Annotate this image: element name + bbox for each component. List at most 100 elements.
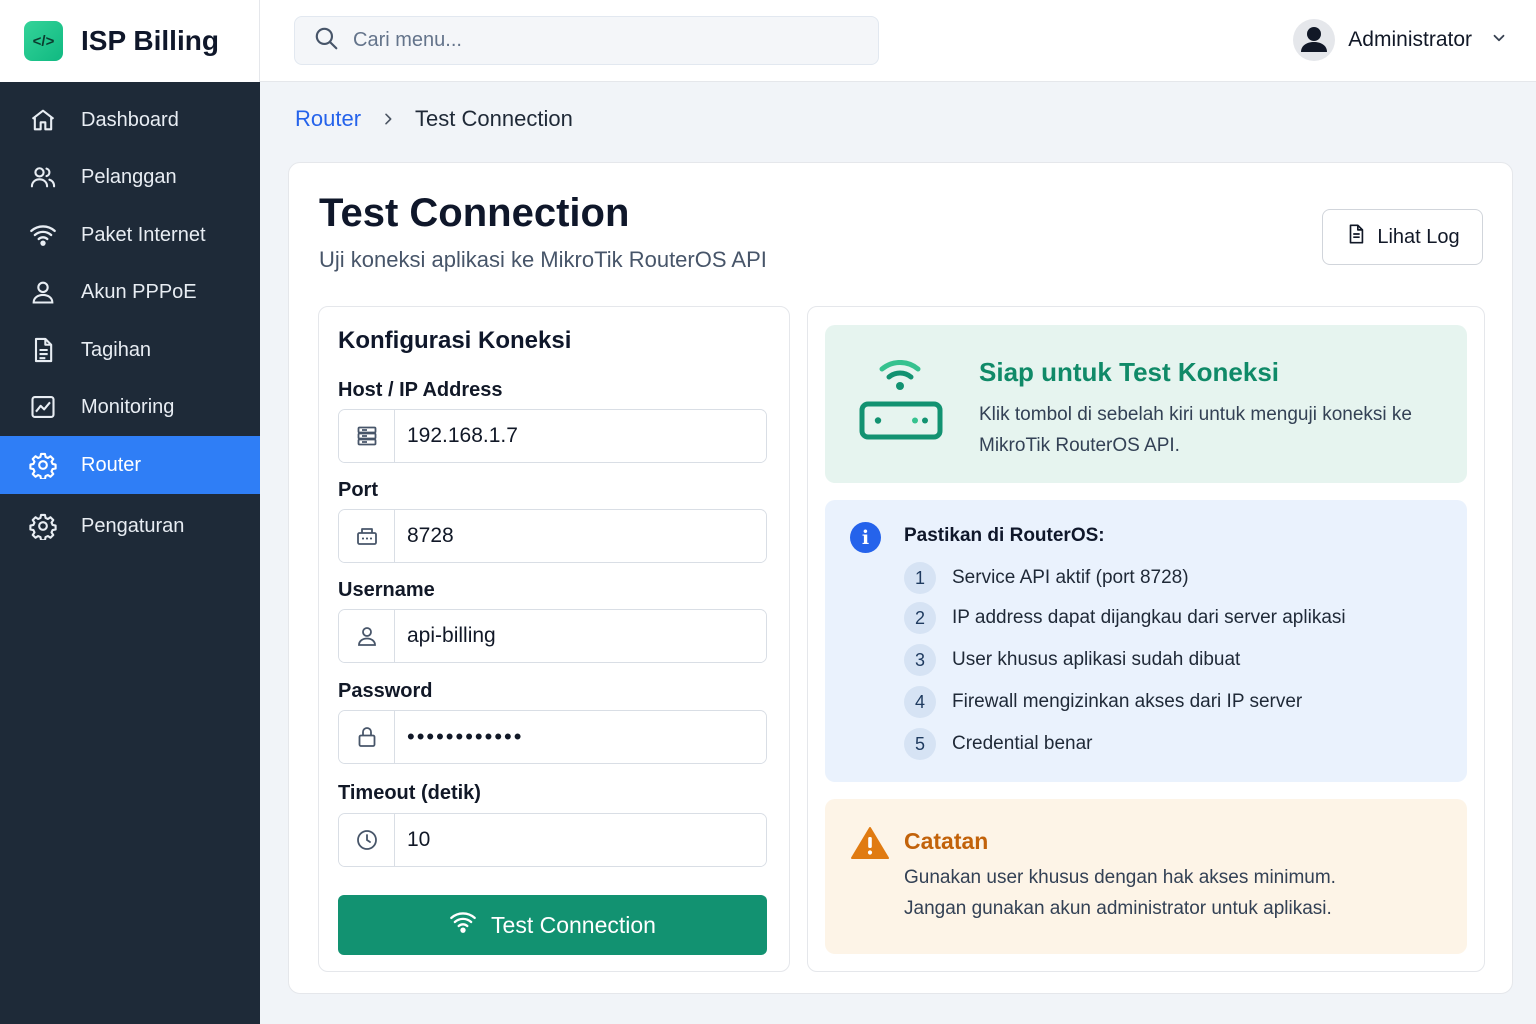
user-menu[interactable]: Administrator: [1293, 19, 1508, 61]
sidebar-item-label: Pelanggan: [81, 165, 177, 188]
user-icon: [28, 277, 58, 307]
view-log-label: Lihat Log: [1377, 225, 1460, 248]
username-label: Username: [338, 579, 435, 601]
list-item: 2 IP address dapat dijangkau dari server…: [904, 602, 1346, 634]
wifi-icon: [449, 908, 477, 942]
main-card: Test Connection Uji koneksi aplikasi ke …: [288, 162, 1513, 994]
chevron-right-icon: [380, 111, 396, 127]
step-text: User khusus aplikasi sudah dibuat: [952, 649, 1241, 670]
sidebar-item-label: Akun PPPoE: [81, 280, 197, 303]
sidebar-item-router[interactable]: Router: [0, 436, 260, 494]
timeout-input[interactable]: [395, 814, 766, 866]
port-field[interactable]: [338, 509, 767, 563]
page-title: Test Connection: [319, 191, 630, 235]
step-text: Firewall mengizinkan akses dari IP serve…: [952, 691, 1303, 712]
network-port-icon: [339, 510, 395, 562]
ready-status-box: Siap untuk Test Koneksi Klik tombol di s…: [825, 325, 1467, 483]
sidebar-item-pengaturan[interactable]: Pengaturan: [0, 497, 260, 555]
username-input[interactable]: [395, 610, 766, 662]
sidebar-item-pelanggan[interactable]: Pelanggan: [0, 148, 260, 206]
brand[interactable]: </> ISP Billing: [0, 0, 260, 82]
username-field[interactable]: [338, 609, 767, 663]
sidebar-item-label: Paket Internet: [81, 223, 206, 246]
note-line-1: Gunakan user khusus dengan hak akses min…: [904, 867, 1336, 888]
breadcrumb: Router Test Connection: [295, 106, 573, 132]
sidebar-item-akun-pppoe[interactable]: Akun PPPoE: [0, 263, 260, 321]
test-connection-label: Test Connection: [491, 911, 656, 938]
chevron-down-icon: [1490, 29, 1508, 52]
list-item: 4 Firewall mengizinkan akses dari IP ser…: [904, 686, 1302, 718]
list-item: 5 Credential benar: [904, 728, 1092, 760]
ready-title: Siap untuk Test Koneksi: [979, 357, 1280, 387]
sidebar-item-label: Tagihan: [81, 338, 152, 361]
ready-text: Klik tombol di sebelah kiri untuk menguj…: [979, 404, 1412, 456]
sidebar-item-label: Monitoring: [81, 395, 175, 418]
note-box: Catatan Gunakan user khusus dengan hak a…: [825, 799, 1467, 954]
users-icon: [28, 162, 58, 192]
panel-title: Konfigurasi Koneksi: [338, 327, 572, 354]
password-field[interactable]: [338, 710, 767, 764]
view-log-button[interactable]: Lihat Log: [1322, 209, 1483, 265]
step-text: Service API aktif (port 8728): [952, 567, 1189, 588]
checklist-box: i Pastikan di RouterOS: 1 Service API ak…: [825, 500, 1467, 782]
brand-name: ISP Billing: [81, 25, 219, 56]
timeout-label: Timeout (detik): [338, 782, 481, 804]
step-badge: 5: [904, 728, 936, 760]
step-badge: 4: [904, 686, 936, 718]
list-item: 1 Service API aktif (port 8728): [904, 562, 1189, 594]
search-box[interactable]: [294, 16, 879, 65]
clock-icon: [339, 814, 395, 866]
note-text: Gunakan user khusus dengan hak akses min…: [904, 862, 1444, 924]
warning-icon: [851, 826, 889, 865]
topbar: Administrator: [260, 0, 1536, 82]
step-badge: 3: [904, 644, 936, 676]
host-label: Host / IP Address: [338, 379, 503, 401]
sidebar-item-label: Pengaturan: [81, 514, 185, 537]
avatar: [1293, 19, 1336, 61]
note-title: Catatan: [904, 828, 989, 854]
sidebar-item-tagihan[interactable]: Tagihan: [0, 321, 260, 379]
lock-icon: [339, 711, 395, 763]
step-badge: 2: [904, 602, 936, 634]
host-input[interactable]: [395, 410, 766, 462]
home-icon: [28, 105, 58, 135]
gear-icon: [28, 511, 58, 541]
connection-config-panel: Konfigurasi Koneksi Host / IP Address Po…: [318, 306, 790, 972]
server-icon: [339, 410, 395, 462]
sidebar-item-label: Dashboard: [81, 108, 179, 131]
chart-icon: [28, 392, 58, 422]
step-text: Credential benar: [952, 733, 1093, 754]
password-input[interactable]: [395, 711, 766, 763]
checklist-title: Pastikan di RouterOS:: [904, 525, 1105, 546]
info-icon: i: [850, 522, 881, 553]
breadcrumb-link-router[interactable]: Router: [295, 106, 361, 132]
step-text: IP address dapat dijangkau dari server a…: [952, 607, 1346, 628]
breadcrumb-current: Test Connection: [415, 106, 573, 131]
port-input[interactable]: [395, 510, 766, 562]
sidebar-item-monitoring[interactable]: Monitoring: [0, 378, 260, 436]
brand-logo-icon: </>: [24, 21, 63, 61]
password-label: Password: [338, 680, 433, 702]
user-name: Administrator: [1348, 28, 1472, 51]
sidebar-item-dashboard[interactable]: Dashboard: [0, 91, 260, 149]
status-panel: Siap untuk Test Koneksi Klik tombol di s…: [807, 306, 1485, 972]
document-icon: [28, 335, 58, 365]
search-icon: [313, 25, 339, 56]
router-icon: [859, 360, 945, 449]
timeout-field[interactable]: [338, 813, 767, 867]
sidebar-item-paket-internet[interactable]: Paket Internet: [0, 206, 260, 264]
step-badge: 1: [904, 562, 936, 594]
page-subtitle: Uji koneksi aplikasi ke MikroTik RouterO…: [319, 247, 767, 272]
list-item: 3 User khusus aplikasi sudah dibuat: [904, 644, 1240, 676]
user-icon: [339, 610, 395, 662]
sidebar: Dashboard Pelanggan Paket Internet Akun …: [0, 82, 260, 1024]
note-line-2: Jangan gunakan akun administrator untuk …: [904, 898, 1332, 919]
gear-icon: [28, 450, 58, 480]
test-connection-button[interactable]: Test Connection: [338, 895, 767, 955]
document-icon: [1345, 223, 1367, 251]
host-field[interactable]: [338, 409, 767, 463]
sidebar-item-label: Router: [81, 453, 142, 476]
port-label: Port: [338, 479, 378, 501]
search-input[interactable]: [353, 29, 833, 52]
wifi-icon: [28, 220, 58, 250]
